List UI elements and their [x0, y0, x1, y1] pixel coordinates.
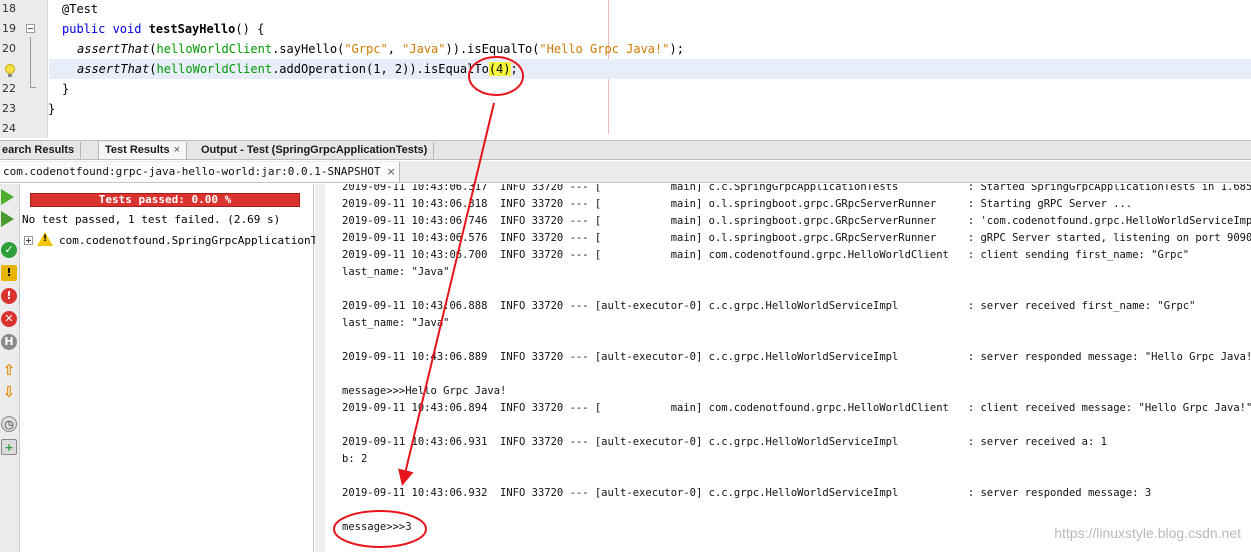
output-line: 2019-09-11 10:43:06.894 INFO 33720 --- [… — [342, 402, 1251, 414]
code-line-23: } — [48, 102, 56, 116]
output-window-tabs: earch Results Test Results × Output - Tes… — [0, 140, 1251, 160]
line-number: 23 — [2, 102, 16, 115]
splitter[interactable] — [315, 184, 325, 552]
close-icon[interactable]: × — [387, 165, 396, 178]
previous-failure-icon[interactable]: ⇧ — [1, 362, 17, 378]
test-results-toolbar: ✓ ! ! ✕ H ⇧ ⇩ ◷ + — [0, 184, 20, 552]
line-number: 20 — [2, 42, 16, 55]
output-line: message>>>3 — [342, 521, 412, 533]
rerun-icon[interactable] — [1, 189, 14, 205]
output-line: 2019-09-11 10:43:06.931 INFO 33720 --- [… — [342, 436, 1107, 448]
show-errors-icon[interactable]: ! — [1, 288, 17, 304]
line-number: 22 — [2, 82, 16, 95]
test-results-panel: Tests passed: 0.00 % No test passed, 1 t… — [20, 184, 331, 552]
output-line: 2019-09-11 10:43:06.746 INFO 33720 --- [… — [342, 215, 1251, 227]
output-line: last_name: "Java" — [342, 317, 450, 329]
timer-icon[interactable]: ◷ — [1, 416, 17, 432]
show-skipped-icon[interactable]: H — [1, 334, 17, 350]
output-line: message>>>Hello Grpc Java! — [342, 385, 507, 397]
editor-gutter: 18 19 20 22 23 24 — [0, 0, 48, 138]
close-icon[interactable]: × — [174, 144, 180, 156]
code-line-19: public void testSayHello() { — [62, 22, 265, 36]
next-failure-icon[interactable]: ⇩ — [1, 384, 17, 400]
output-line: 2019-09-11 10:43:06.318 INFO 33720 --- [… — [342, 198, 1133, 210]
line-number: 18 — [2, 2, 16, 15]
tab-jar[interactable]: com.codenotfound:grpc-java-hello-world:j… — [0, 162, 400, 182]
output-line: 2019-09-11 10:43:06.888 INFO 33720 --- [… — [342, 300, 1196, 312]
warning-icon — [37, 232, 53, 246]
output-line: 2019-09-11 10:43:06.700 INFO 33720 --- [… — [342, 249, 1190, 261]
watermark: https://linuxstyle.blog.csdn.net — [1054, 525, 1241, 541]
output-line: 2019-09-11 10:43:06.932 INFO 33720 --- [… — [342, 487, 1152, 499]
show-passed-icon[interactable]: ✓ — [1, 242, 17, 258]
test-class-label: com.codenotfound.SpringGrpcApplicationTe… — [59, 234, 331, 247]
output-line: 2019-09-11 10:43:06.576 INFO 33720 --- [… — [342, 232, 1251, 244]
code-line-20: assertThat(helloWorldClient.sayHello("Gr… — [77, 42, 684, 56]
tab-output-test[interactable]: Output - Test (SpringGrpcApplicationTest… — [195, 142, 435, 159]
line-number: 19 — [2, 22, 16, 35]
code-editor[interactable]: 18 19 20 22 23 24 @Test public void test… — [0, 0, 1251, 138]
code-line-22: } — [62, 82, 70, 96]
output-line: 2019-09-11 10:43:06.889 INFO 33720 --- [… — [342, 351, 1251, 363]
show-warnings-icon[interactable]: ! — [1, 265, 17, 281]
test-tree-item[interactable]: com.codenotfound.SpringGrpcApplicationTe… — [24, 230, 331, 247]
output-line: 2019-09-11 10:43:06.317 INFO 33720 --- [… — [342, 184, 1251, 193]
lightbulb-hint-icon[interactable] — [5, 64, 15, 77]
console-output[interactable]: 2019-09-11 10:43:06.317 INFO 33720 --- [… — [325, 184, 1251, 552]
test-summary: No test passed, 1 test failed. (2.69 s) — [22, 213, 281, 226]
code-line-21: assertThat(helloWorldClient.addOperation… — [77, 62, 518, 76]
output-line: b: 2 — [342, 453, 368, 465]
fold-guide — [30, 37, 31, 87]
code-line-18: @Test — [62, 2, 99, 16]
add-icon[interactable]: + — [1, 439, 17, 455]
fold-guide-end — [30, 87, 36, 88]
line-number: 24 — [2, 122, 16, 135]
tests-passed-bar: Tests passed: 0.00 % — [30, 193, 300, 207]
tab-search-results[interactable]: earch Results — [0, 142, 82, 159]
output-line: last_name: "Java" — [342, 266, 450, 278]
jar-tab-strip: com.codenotfound:grpc-java-hello-world:j… — [0, 161, 1251, 183]
tab-test-results[interactable]: Test Results × — [98, 142, 188, 159]
fold-collapse-icon[interactable] — [26, 24, 35, 33]
expand-icon[interactable] — [24, 236, 33, 245]
rerun-failed-icon[interactable] — [1, 211, 14, 227]
show-failures-icon[interactable]: ✕ — [1, 311, 17, 327]
